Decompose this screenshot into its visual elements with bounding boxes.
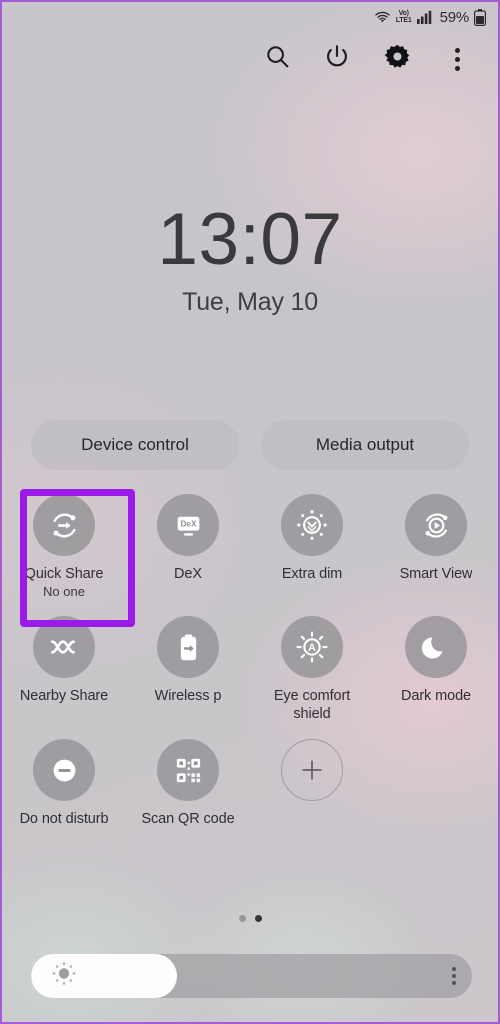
quick-settings-panel: Vo) LTE1 59% 13:07 Tue, May 10 Device co… <box>0 0 500 1024</box>
tile-label: Nearby Share <box>19 688 109 704</box>
tile-label: Dark mode <box>400 688 471 704</box>
clock-widget[interactable]: 13:07 Tue, May 10 <box>2 200 498 317</box>
quick-settings-tiles: Quick Share No one DeX DeX Extra dim Sma… <box>2 494 498 828</box>
settings-button[interactable] <box>382 44 412 74</box>
tile-label: Quick Share <box>24 566 104 582</box>
tile-eye-comfort-shield[interactable]: A Eye comfort shield <box>250 616 374 723</box>
brightness-sun-icon <box>51 961 77 992</box>
wifi-icon <box>374 10 391 24</box>
clock-date: Tue, May 10 <box>182 288 318 316</box>
svg-text:DeX: DeX <box>180 519 197 528</box>
media-output-button[interactable]: Media output <box>261 420 469 470</box>
tile-wireless-power-share[interactable]: Wireless p <box>126 616 250 723</box>
tile-label: Smart View <box>399 566 473 582</box>
tile-dark-mode[interactable]: Dark mode <box>374 616 498 723</box>
tile-extra-dim[interactable]: Extra dim <box>250 494 374 599</box>
battery-percent-label: 59% <box>439 8 470 26</box>
tile-add-button[interactable] <box>250 739 374 828</box>
page-dot-1[interactable] <box>238 915 246 922</box>
power-button[interactable] <box>322 44 352 74</box>
power-icon <box>324 44 350 75</box>
qr-code-icon <box>157 739 219 801</box>
tile-label: Do not disturb <box>19 811 109 827</box>
clock-time: 13:07 <box>157 199 343 280</box>
search-icon <box>265 44 290 74</box>
status-bar: Vo) LTE1 59% <box>2 2 498 32</box>
tile-label: Scan QR code <box>141 811 235 827</box>
nearby-share-icon <box>33 616 95 678</box>
smart-view-icon <box>405 494 467 556</box>
do-not-disturb-icon <box>33 739 95 801</box>
signal-bars-icon <box>416 10 433 24</box>
tile-scan-qr-code[interactable]: Scan QR code <box>126 739 250 828</box>
dark-mode-icon <box>405 616 467 678</box>
add-icon <box>281 739 343 801</box>
eye-comfort-shield-icon: A <box>281 616 343 678</box>
tile-row: Nearby Share Wireless p A Eye comfort sh… <box>2 616 498 723</box>
dex-icon: DeX <box>157 494 219 556</box>
tile-label: Extra dim <box>281 566 343 582</box>
quick-action-pills: Device control Media output <box>2 420 498 470</box>
tile-sublabel: No one <box>43 584 85 599</box>
extra-dim-icon <box>281 494 343 556</box>
svg-text:A: A <box>308 642 316 654</box>
battery-icon <box>474 8 486 26</box>
tile-quick-share[interactable]: Quick Share No one <box>2 494 126 599</box>
brightness-more-options-icon[interactable] <box>452 967 456 985</box>
tile-smart-view[interactable]: Smart View <box>374 494 498 599</box>
more-options-icon <box>454 47 460 71</box>
tile-dex[interactable]: DeX DeX <box>126 494 250 599</box>
quick-share-icon <box>33 494 95 556</box>
search-button[interactable] <box>262 44 292 74</box>
quick-settings-toolbar <box>262 44 490 74</box>
volte-indicator: Vo) LTE1 <box>395 9 412 25</box>
device-control-button[interactable]: Device control <box>31 420 239 470</box>
gear-icon <box>384 43 411 75</box>
tile-label: Wireless p <box>154 688 222 704</box>
more-options-button[interactable] <box>442 44 472 74</box>
wireless-power-share-icon <box>157 616 219 678</box>
page-dot-2[interactable] <box>254 915 262 922</box>
tile-nearby-share[interactable]: Nearby Share <box>2 616 126 723</box>
tile-row: Quick Share No one DeX DeX Extra dim Sma… <box>2 494 498 599</box>
tile-label: Eye comfort shield <box>273 688 351 722</box>
tile-empty-slot <box>374 739 498 828</box>
page-indicator[interactable] <box>2 915 498 922</box>
tile-do-not-disturb[interactable]: Do not disturb <box>2 739 126 828</box>
tile-label: DeX <box>174 566 202 582</box>
brightness-slider[interactable] <box>31 954 472 998</box>
tile-row: Do not disturb Scan QR code <box>2 739 498 828</box>
